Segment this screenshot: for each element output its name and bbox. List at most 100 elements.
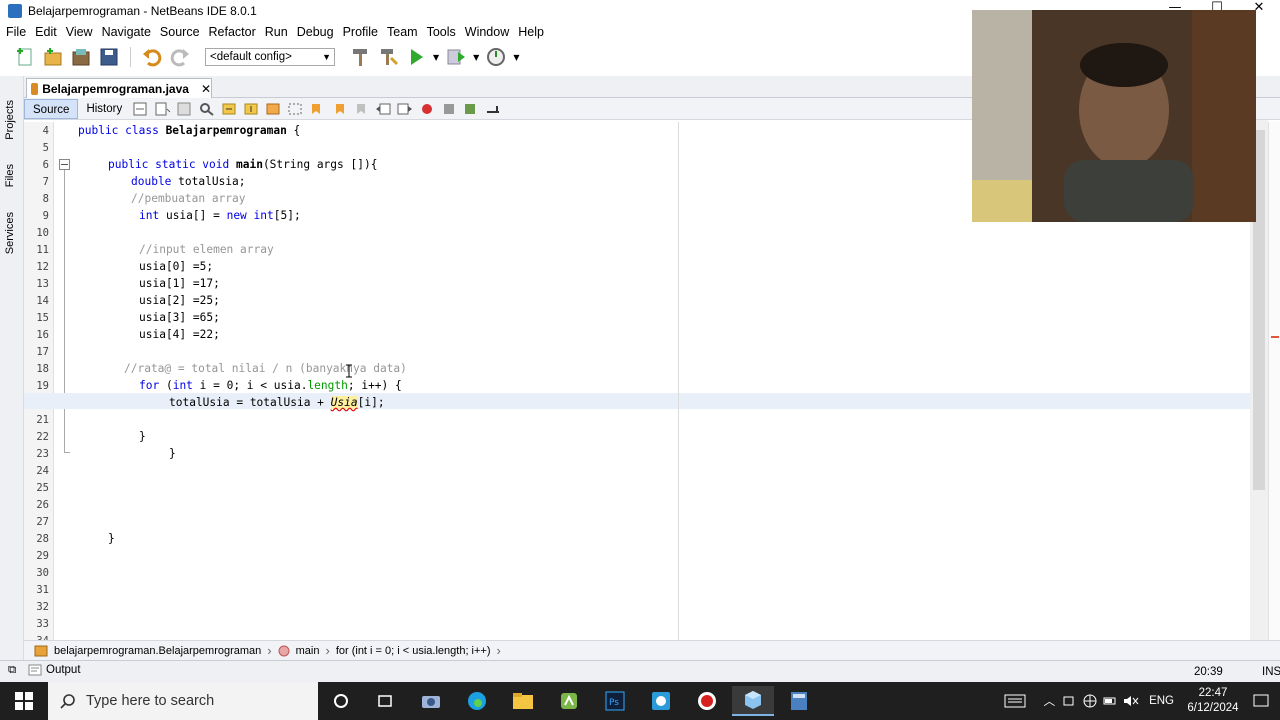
- menu-help[interactable]: Help: [518, 25, 544, 39]
- menu-window[interactable]: Window: [465, 25, 509, 39]
- windows-logo-icon: [15, 692, 33, 710]
- menu-file[interactable]: File: [6, 25, 26, 39]
- menu-source[interactable]: Source: [160, 25, 200, 39]
- taskbar-app-camera[interactable]: [410, 686, 452, 716]
- find-previous-icon[interactable]: [221, 102, 237, 116]
- menu-debug[interactable]: Debug: [297, 25, 334, 39]
- editor-file-tab[interactable]: Belajarpemrograman.java ✕: [26, 78, 212, 98]
- code-line-23: }: [169, 447, 176, 460]
- history-view-button[interactable]: History: [78, 99, 130, 119]
- find-selection-icon[interactable]: [199, 102, 215, 116]
- toggle-highlight-icon[interactable]: [265, 102, 281, 116]
- taskbar-app-blue[interactable]: [640, 686, 682, 716]
- task-view-button[interactable]: [364, 686, 406, 716]
- new-project-icon[interactable]: [42, 46, 64, 68]
- menu-navigate[interactable]: Navigate: [102, 25, 151, 39]
- menu-team[interactable]: Team: [387, 25, 418, 39]
- tab-projects[interactable]: Projects: [4, 100, 16, 140]
- config-select[interactable]: <default config> ▼: [205, 48, 335, 66]
- file-explorer-icon: [513, 693, 533, 709]
- show-hidden-icons-icon[interactable]: ︿: [1044, 693, 1056, 709]
- menu-edit[interactable]: Edit: [35, 25, 57, 39]
- code-token: usia[] =: [159, 209, 227, 222]
- cortana-button[interactable]: [320, 686, 362, 716]
- taskbar-app-netbeans[interactable]: [732, 686, 774, 716]
- toggle-rect-selection-icon[interactable]: [287, 102, 303, 116]
- source-view-button[interactable]: Source: [24, 98, 79, 119]
- profile-icon[interactable]: [485, 46, 507, 68]
- breadcrumb-class[interactable]: belajarpemrograman.Belajarpemrograman: [54, 645, 261, 657]
- restore-window-icon[interactable]: ⧉: [8, 664, 16, 677]
- comment-icon[interactable]: [463, 102, 479, 116]
- taskbar-app-edge[interactable]: [456, 686, 498, 716]
- run-dropdown-icon[interactable]: ▼: [433, 53, 439, 62]
- shift-right-icon[interactable]: [397, 102, 413, 116]
- menu-tools[interactable]: Tools: [427, 25, 456, 39]
- last-edit-icon[interactable]: [133, 102, 149, 116]
- menu-run[interactable]: Run: [265, 25, 288, 39]
- output-tab[interactable]: Output: [28, 664, 81, 676]
- error-token[interactable]: Usia: [330, 396, 358, 409]
- code-line-11: //input elemen array: [139, 243, 274, 256]
- toggle-bookmark-icon[interactable]: [353, 102, 369, 116]
- battery-icon[interactable]: [1103, 694, 1117, 708]
- taskbar-app-greenapp[interactable]: [548, 686, 590, 716]
- clean-build-icon[interactable]: [377, 46, 399, 68]
- input-language[interactable]: ENG: [1149, 695, 1174, 707]
- status-bar: ⧉ Output 20:39 INS: [0, 660, 1280, 682]
- close-tab-button[interactable]: ✕: [201, 82, 211, 96]
- camera-icon: [422, 696, 440, 708]
- netbeans-logo-icon: [8, 4, 22, 18]
- back-icon[interactable]: [155, 102, 171, 116]
- next-bookmark-icon[interactable]: [331, 102, 347, 116]
- open-project-icon[interactable]: [70, 46, 92, 68]
- taskbar-app-calculator[interactable]: [778, 686, 820, 716]
- start-button[interactable]: [0, 682, 48, 720]
- code-token: totalUsia;: [171, 175, 246, 188]
- previous-bookmark-icon[interactable]: [309, 102, 325, 116]
- uncomment-icon[interactable]: [485, 102, 501, 116]
- code-token: Belajarpemrograman: [165, 124, 287, 137]
- undo-icon[interactable]: [141, 46, 163, 68]
- breadcrumb-method[interactable]: main: [296, 645, 320, 657]
- redo-icon[interactable]: [169, 46, 191, 68]
- volume-muted-icon[interactable]: [1123, 694, 1139, 708]
- save-all-icon[interactable]: [98, 46, 120, 68]
- code-line-9: int usia[] = new int[5];: [139, 209, 301, 222]
- code-line-8: //pembuatan array: [131, 192, 246, 205]
- error-stripe-mark[interactable]: [1271, 336, 1279, 338]
- menu-view[interactable]: View: [66, 25, 93, 39]
- windows-taskbar: Type here to search Ps ︿ ENG 22:47 6/12/…: [0, 682, 1280, 720]
- stop-macro-icon[interactable]: [441, 102, 457, 116]
- network-icon[interactable]: [1083, 694, 1097, 708]
- code-line-19: for (int i = 0; i < usia.length; i++) {: [139, 379, 402, 392]
- breadcrumb-for[interactable]: for (int i = 0; i < usia.length; i++): [336, 645, 491, 657]
- menu-refactor[interactable]: Refactor: [209, 25, 256, 39]
- shift-left-icon[interactable]: [375, 102, 391, 116]
- debug-dropdown-icon[interactable]: ▼: [473, 53, 479, 62]
- clock[interactable]: 22:47 6/12/2024: [1184, 686, 1242, 716]
- forward-icon[interactable]: [177, 102, 193, 116]
- keyboard-icon[interactable]: [1004, 693, 1026, 709]
- code-token: ; i++) {: [347, 379, 402, 392]
- find-next-icon[interactable]: [243, 102, 259, 116]
- code-line-16: usia[4] =22;: [139, 328, 220, 341]
- menu-profile[interactable]: Profile: [343, 25, 378, 39]
- tab-files[interactable]: Files: [4, 164, 16, 187]
- line-number: 28: [36, 533, 49, 545]
- meet-now-icon[interactable]: [1063, 694, 1077, 708]
- build-hammer-icon[interactable]: [349, 46, 371, 68]
- debug-icon[interactable]: [445, 46, 467, 68]
- run-icon[interactable]: [405, 46, 427, 68]
- profile-dropdown-icon[interactable]: ▼: [513, 53, 519, 62]
- taskbar-search[interactable]: Type here to search: [48, 682, 318, 720]
- insert-mode: INS: [1262, 666, 1280, 678]
- notifications-icon[interactable]: [1252, 693, 1270, 709]
- new-file-icon[interactable]: [14, 46, 36, 68]
- taskbar-app-explorer[interactable]: [502, 686, 544, 716]
- tab-services[interactable]: Services: [4, 212, 16, 254]
- taskbar-app-photoshop[interactable]: Ps: [594, 686, 636, 716]
- start-macro-icon[interactable]: [419, 102, 435, 116]
- taskbar-app-recorder[interactable]: [686, 686, 728, 716]
- svg-text:Ps: Ps: [609, 698, 619, 708]
